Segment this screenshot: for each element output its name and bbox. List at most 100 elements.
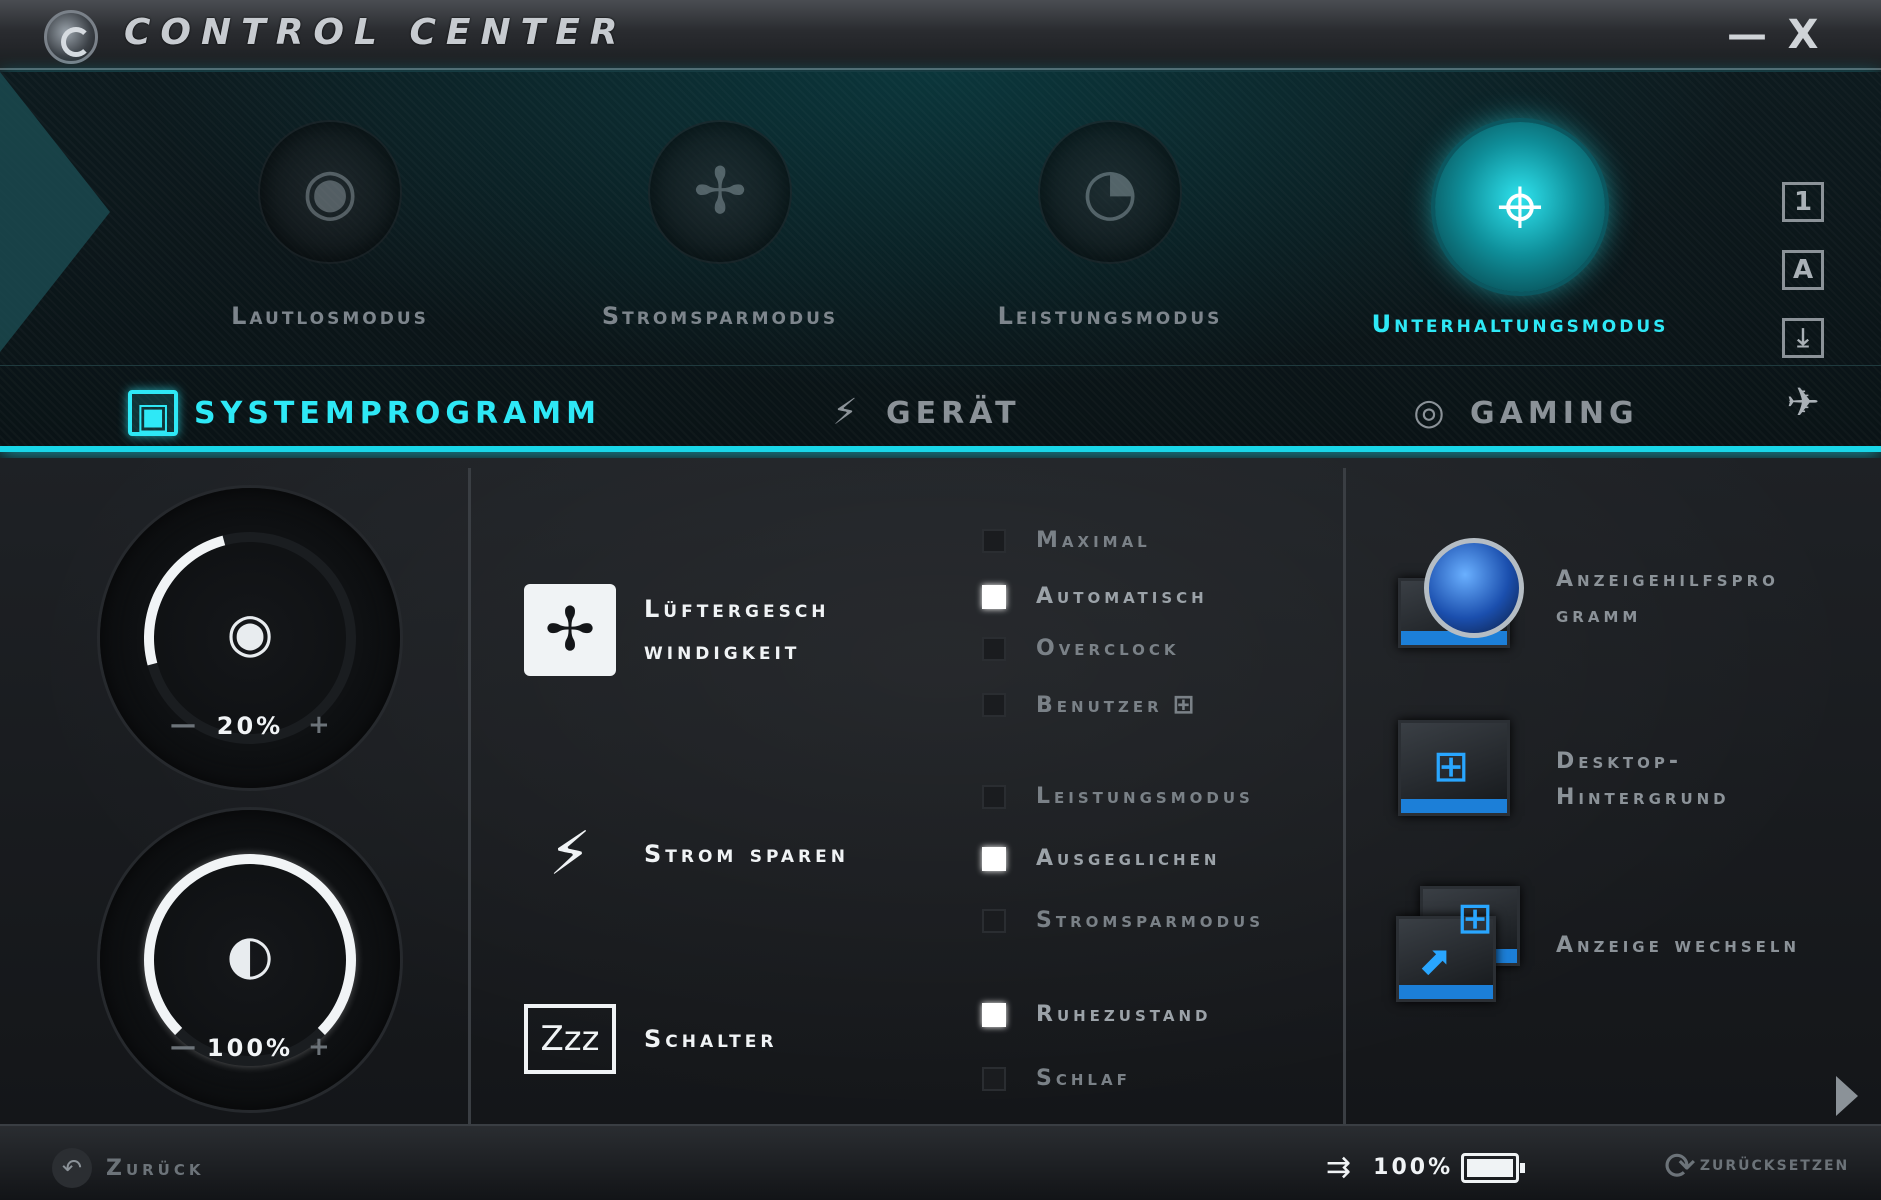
fan-icon: ✢ xyxy=(524,584,616,676)
option-ruhezustand[interactable]: Ruhezustand xyxy=(982,1002,1211,1027)
checkbox[interactable] xyxy=(982,1002,1006,1027)
mode-label: Stromsparmodus xyxy=(601,302,839,330)
volume-value: 20% xyxy=(216,712,284,740)
speaker-target-icon: ◉ xyxy=(226,601,274,664)
feature-label: Schalter xyxy=(644,1025,778,1053)
feature-fan-speed: ✢ Lüftergesch windigkeit xyxy=(524,584,904,676)
caps-lock-icon[interactable]: A xyxy=(1782,250,1824,290)
status-bar: ↶ Zurück ⇉ 100% ⟳ ZURÜCKSETZEN xyxy=(0,1124,1881,1200)
option-label: Ruhezustand xyxy=(1036,1002,1212,1027)
speaker-icon: ◉ xyxy=(260,122,400,262)
brightness-value: 100% xyxy=(206,1034,294,1062)
tab-gaming[interactable]: ◎ GAMING xyxy=(1404,388,1639,438)
tab-label: GAMING xyxy=(1470,395,1639,431)
option-benutzer[interactable]: Benutzer ⊞ xyxy=(982,690,1194,720)
mode-panel: ◉ Lautlosmodus ✢ Stromsparmodus ◔ Leistu… xyxy=(0,72,1881,452)
steering-wheel-icon: ◎ xyxy=(1413,392,1445,433)
option-overclock[interactable]: Overclock xyxy=(982,636,1180,661)
checkbox[interactable] xyxy=(982,636,1006,661)
mode-stromsparmodus[interactable]: ✢ Stromsparmodus xyxy=(530,122,910,362)
tab-label: SYSTEMPROGRAMM xyxy=(194,395,601,431)
checkbox[interactable] xyxy=(982,1066,1006,1091)
brightness-icon: ◐ xyxy=(226,923,274,986)
checkbox[interactable] xyxy=(982,693,1006,717)
power-plug-icon: ⚡ xyxy=(548,819,592,889)
close-button[interactable]: X xyxy=(1778,10,1828,60)
checkbox[interactable] xyxy=(982,528,1006,553)
mode-label: Unterhaltungsmodus xyxy=(1371,310,1669,338)
plug-icon: ⚡ xyxy=(832,392,858,433)
divider xyxy=(1343,468,1346,1128)
content-area: ◉ — 20% + ◐ — 100% + ✢ Lüftergesch windi… xyxy=(0,458,1881,1128)
mode-lautlosmodus[interactable]: ◉ Lautlosmodus xyxy=(140,122,520,362)
wallpaper-icon: ⊞ xyxy=(1390,720,1530,840)
battery-percent: 100% xyxy=(1373,1155,1454,1180)
option-maximal[interactable]: Maximal xyxy=(982,528,1151,553)
option-label: Overclock xyxy=(1036,636,1180,661)
brightness-increase-button[interactable]: + xyxy=(308,1032,330,1062)
divider xyxy=(468,468,471,1128)
volume-increase-button[interactable]: + xyxy=(308,710,330,740)
tool-label: Anzeigehilfspro gramm xyxy=(1556,567,1779,628)
brightness-gauge[interactable]: ◐ — 100% + xyxy=(100,810,400,1110)
tool-label: Desktop- Hintergrund xyxy=(1556,749,1730,810)
app-title: CONTROL CENTER xyxy=(124,12,628,53)
checkbox[interactable] xyxy=(982,908,1006,933)
title-bar: CONTROL CENTER — X xyxy=(0,0,1881,70)
monitor-icon: ▣ xyxy=(128,390,178,437)
speedometer-icon: ◔ xyxy=(1040,122,1180,262)
option-label: Ausgeglichen xyxy=(1036,846,1221,871)
reset-button[interactable]: ⟳ ZURÜCKSETZEN xyxy=(1664,1144,1849,1188)
crosshair-icon: ⌖ xyxy=(1435,122,1605,292)
tool-label: Anzeige wechseln xyxy=(1556,933,1801,958)
tab-systemprogramm[interactable]: ▣ SYSTEMPROGRAMM xyxy=(128,388,601,438)
app-logo-icon xyxy=(44,10,98,64)
tab-row: ▣ SYSTEMPROGRAMM ⚡ GERÄT ◎ GAMING xyxy=(0,365,1881,445)
feature-label: Strom sparen xyxy=(644,840,849,868)
mode-unterhaltungsmodus[interactable]: ⌖ Unterhaltungsmodus xyxy=(1330,122,1710,362)
option-label: Stromsparmodus xyxy=(1036,908,1264,933)
back-button[interactable]: ↶ Zurück xyxy=(52,1148,205,1188)
control-center-window: CONTROL CENTER — X ◉ Lautlosmodus ✢ Stro… xyxy=(0,0,1881,1200)
tool-wallpaper[interactable]: ⊞ Desktop- Hintergrund xyxy=(1390,720,1846,840)
checkbox[interactable] xyxy=(982,784,1006,809)
mode-label: Lautlosmodus xyxy=(231,302,429,330)
reset-icon: ⟳ xyxy=(1664,1144,1696,1188)
option-ausgeglichen[interactable]: Ausgeglichen xyxy=(982,846,1220,871)
checkbox[interactable] xyxy=(982,584,1006,609)
feature-power-saving: ⚡ Strom sparen xyxy=(524,808,849,900)
mode-leistungsmodus[interactable]: ◔ Leistungsmodus xyxy=(920,122,1300,362)
checkbox[interactable] xyxy=(982,846,1006,871)
tab-geraet[interactable]: ⚡ GERÄT xyxy=(820,388,1021,438)
back-label: Zurück xyxy=(106,1155,205,1181)
ac-plug-icon: ⇉ xyxy=(1326,1150,1352,1185)
tool-switch-display[interactable]: ⊞ ⬈ Anzeige wechseln xyxy=(1390,886,1800,1006)
feature-switch: Zzz Schalter xyxy=(524,1004,777,1074)
option-stromsparmodus[interactable]: Stromsparmodus xyxy=(982,908,1264,933)
option-label: Maximal xyxy=(1036,528,1151,553)
option-leistungsmodus[interactable]: Leistungsmodus xyxy=(982,784,1254,809)
add-custom-icon[interactable]: ⊞ xyxy=(1173,690,1195,720)
battery-status: ⇉ 100% xyxy=(1326,1150,1526,1185)
profile-1-icon[interactable]: 1 xyxy=(1782,182,1824,222)
option-label: Schlaf xyxy=(1036,1066,1131,1091)
tool-display-helper[interactable]: Anzeigehilfspro gramm xyxy=(1390,538,1846,658)
volume-gauge[interactable]: ◉ — 20% + xyxy=(100,488,400,788)
option-schlaf[interactable]: Schlaf xyxy=(982,1066,1131,1091)
panel-arrow-decoration xyxy=(0,72,110,352)
next-page-arrow-icon[interactable] xyxy=(1836,1076,1858,1116)
battery-icon xyxy=(1461,1152,1526,1183)
option-label: Benutzer xyxy=(1036,692,1163,718)
option-label: Leistungsmodus xyxy=(1036,784,1254,809)
tab-label: GERÄT xyxy=(886,395,1021,431)
option-label: Automatisch xyxy=(1036,584,1208,609)
battery-fill xyxy=(1467,1158,1514,1177)
scroll-lock-icon[interactable]: ⤓ xyxy=(1782,318,1824,358)
minimize-button[interactable]: — xyxy=(1722,10,1772,60)
option-automatisch[interactable]: Automatisch xyxy=(982,584,1208,609)
display-helper-icon xyxy=(1390,538,1530,658)
mode-label: Leistungsmodus xyxy=(997,302,1223,330)
switch-display-icon: ⊞ ⬈ xyxy=(1390,886,1530,1006)
fan-blade-icon: ✢ xyxy=(650,122,790,262)
back-arrow-icon: ↶ xyxy=(52,1148,92,1188)
